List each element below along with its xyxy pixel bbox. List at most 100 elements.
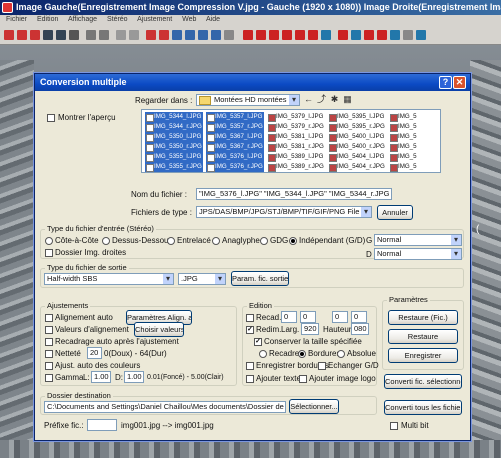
- radio-gdg[interactable]: [260, 237, 268, 245]
- file-item[interactable]: IMG_5376_r.JPG: [206, 162, 264, 172]
- output-params-button[interactable]: Param. fic. sortie: [231, 271, 289, 286]
- chart-icon[interactable]: [321, 29, 331, 40]
- file-item[interactable]: IMG_5344_r.JPG: [145, 122, 203, 132]
- menu-web[interactable]: Web: [182, 16, 196, 23]
- mode4-icon[interactable]: [308, 29, 318, 40]
- file-item[interactable]: IMG_5389_l.JPG: [267, 152, 325, 162]
- mode3-icon[interactable]: [295, 29, 305, 40]
- stereo-icon[interactable]: [146, 29, 156, 40]
- dest-path-input[interactable]: C:\Documents and Settings\Daniel Chaillo…: [44, 401, 286, 413]
- gamma-d-input[interactable]: 1.00: [124, 371, 144, 383]
- file-item[interactable]: IMG_5357_l.JPG: [206, 112, 264, 122]
- g-select[interactable]: Normal: [374, 234, 462, 246]
- file-item[interactable]: IMG_5: [389, 122, 439, 132]
- menu-help[interactable]: Aide: [206, 16, 220, 23]
- look-in-select[interactable]: Montées HD montées 5PM: [196, 94, 300, 106]
- file-item[interactable]: IMG_5: [389, 152, 439, 162]
- save-icon[interactable]: [43, 29, 53, 40]
- screen-icon[interactable]: [211, 29, 221, 40]
- restore-file-button[interactable]: Restaure (Fic.): [388, 310, 458, 325]
- resize-checkbox[interactable]: ✓: [246, 326, 254, 334]
- save-borders-checkbox[interactable]: [246, 362, 254, 370]
- sharpness-checkbox[interactable]: [45, 350, 53, 358]
- align-value-checkbox[interactable]: [45, 326, 53, 334]
- radio-absolute-mode[interactable]: [337, 350, 345, 358]
- open-left-icon[interactable]: [4, 29, 14, 40]
- anaglyph2-icon[interactable]: [256, 29, 266, 40]
- menu-view[interactable]: Affichage: [68, 16, 97, 23]
- rewind-icon[interactable]: [198, 29, 208, 40]
- grid2-icon[interactable]: [377, 29, 387, 40]
- swap-lr-checkbox[interactable]: [318, 362, 326, 370]
- auto-color-checkbox[interactable]: [45, 362, 53, 370]
- menu-edit[interactable]: Edition: [37, 16, 58, 23]
- print-icon[interactable]: [69, 29, 79, 40]
- filename-input[interactable]: "IMG_5376_l.JPG" "IMG_5344_l.JPG" "IMG_5…: [196, 188, 392, 200]
- radio-borders-mode[interactable]: [298, 350, 306, 358]
- output-format-select[interactable]: Half-width SBS: [44, 273, 174, 285]
- view-menu-icon[interactable]: ▦: [342, 94, 353, 105]
- share-icon[interactable]: [351, 29, 361, 40]
- radio-top-bottom[interactable]: [102, 237, 110, 245]
- show-preview-checkbox[interactable]: [47, 114, 55, 122]
- file-item[interactable]: IMG_5355_r.JPG: [145, 162, 203, 172]
- select-folder-button[interactable]: Sélectionner...: [289, 399, 339, 414]
- right-images-checkbox[interactable]: [45, 249, 53, 257]
- file-item[interactable]: IMG_5379_r.JPG: [267, 122, 325, 132]
- crop-input-2[interactable]: 0: [300, 311, 316, 323]
- radio-crop-mode[interactable]: [259, 350, 267, 358]
- mode2-icon[interactable]: [282, 29, 292, 40]
- file-item[interactable]: IMG_5376_l.JPG: [206, 152, 264, 162]
- file-item[interactable]: IMG_5: [389, 132, 439, 142]
- save-as-icon[interactable]: [56, 29, 66, 40]
- sharpness-input[interactable]: 20: [87, 347, 102, 359]
- width-input[interactable]: 920: [301, 323, 319, 335]
- file-item[interactable]: IMG_5404_l.JPG: [328, 152, 386, 162]
- file-item[interactable]: IMG_5: [389, 112, 439, 122]
- d-select[interactable]: Normal: [374, 248, 462, 260]
- crop-input-4[interactable]: 0: [351, 311, 367, 323]
- mode-icon[interactable]: [269, 29, 279, 40]
- radio-anaglyph[interactable]: [212, 237, 220, 245]
- file-item[interactable]: IMG_5400_l.JPG: [328, 132, 386, 142]
- crop-input-1[interactable]: 0: [281, 311, 297, 323]
- output-ext-select[interactable]: .JPG: [178, 273, 226, 285]
- file-list[interactable]: IMG_5344_l.JPG IMG_5344_r.JPG IMG_5350_l…: [141, 109, 441, 173]
- file-item[interactable]: IMG_5367_l.JPG: [206, 132, 264, 142]
- file-item[interactable]: IMG_5350_r.JPG: [145, 142, 203, 152]
- crop-input-3[interactable]: 0: [332, 311, 348, 323]
- crop-checkbox[interactable]: [246, 314, 254, 322]
- add-logo-checkbox[interactable]: [299, 375, 307, 383]
- add-text-checkbox[interactable]: [246, 375, 254, 383]
- back-icon[interactable]: ←: [303, 94, 314, 105]
- file-item[interactable]: IMG_5357_r.JPG: [206, 122, 264, 132]
- open-pair-icon[interactable]: [30, 29, 40, 40]
- convert-all-button[interactable]: Converti tous les fichiers: [384, 400, 462, 415]
- height-input[interactable]: 080: [351, 323, 369, 335]
- file-item[interactable]: IMG_5344_l.JPG: [145, 112, 203, 122]
- radio-independent[interactable]: [289, 237, 297, 245]
- prefix-input[interactable]: [87, 419, 117, 431]
- file-item[interactable]: IMG_5395_r.JPG: [328, 122, 386, 132]
- convert-selected-button[interactable]: Converti fic. sélectionnés: [384, 374, 462, 389]
- open-right-icon[interactable]: [17, 29, 27, 40]
- multi-bit-checkbox[interactable]: [390, 422, 398, 430]
- file-item[interactable]: IMG_5381_l.JPG: [267, 132, 325, 142]
- gamma-l-input[interactable]: 1.00: [91, 371, 111, 383]
- list-icon[interactable]: [224, 29, 234, 40]
- redo-icon[interactable]: [129, 29, 139, 40]
- file-item[interactable]: IMG_5355_l.JPG: [145, 152, 203, 162]
- grid-icon[interactable]: [99, 29, 109, 40]
- file-item[interactable]: IMG_5400_r.JPG: [328, 142, 386, 152]
- new-folder-icon[interactable]: ✱: [329, 94, 340, 105]
- choose-value-button[interactable]: Choisir valeurs: [134, 322, 184, 337]
- arrow-icon[interactable]: [416, 29, 426, 40]
- file-item[interactable]: IMG_5367_r.JPG: [206, 142, 264, 152]
- file-item[interactable]: IMG_5404_r.JPG: [328, 162, 386, 172]
- filetype-select[interactable]: JPS/DAS/BMP/JPG/STJ/BMP/TIF/GIF/PNG File: [196, 206, 372, 218]
- menu-file[interactable]: Fichier: [6, 16, 27, 23]
- undo-icon[interactable]: [116, 29, 126, 40]
- file-item[interactable]: IMG_5: [389, 142, 439, 152]
- save-params-button[interactable]: Enregistrer: [388, 348, 458, 363]
- gamma-checkbox[interactable]: [45, 374, 53, 382]
